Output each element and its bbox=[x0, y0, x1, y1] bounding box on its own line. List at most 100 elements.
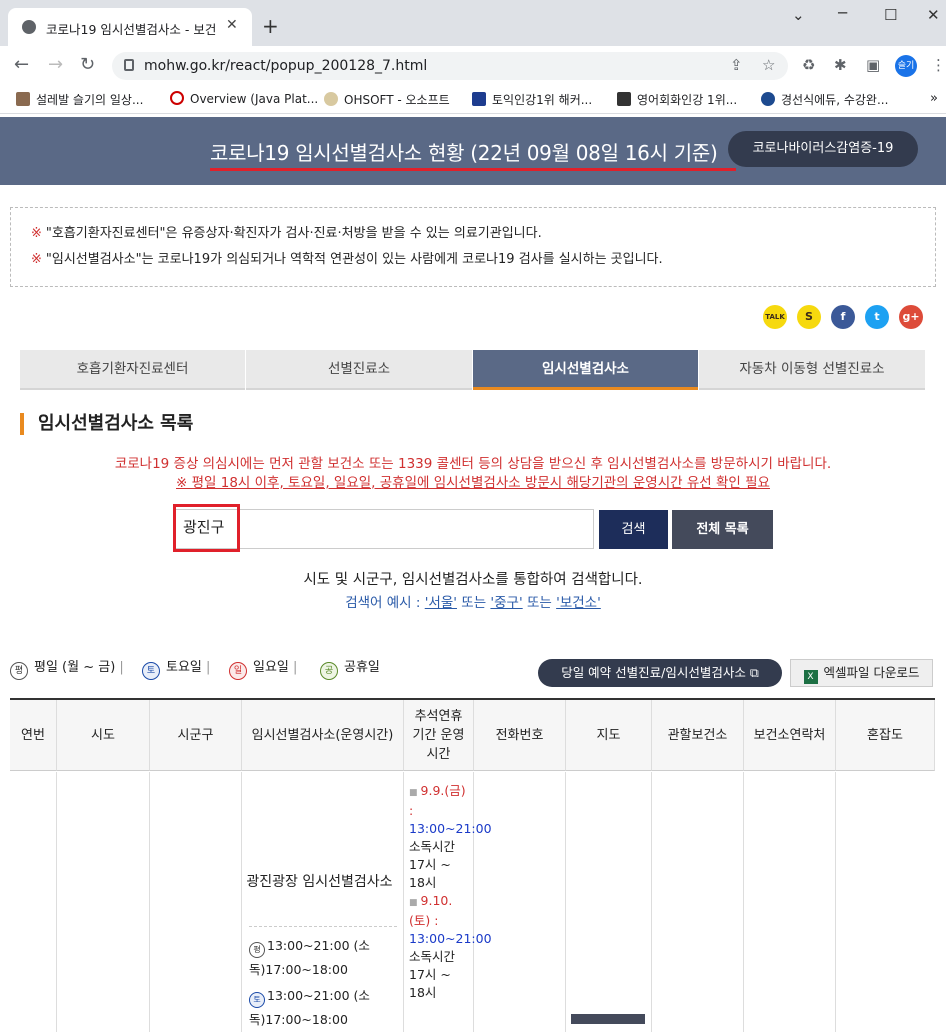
bookmark-item[interactable]: 영어회화인강 1위... bbox=[617, 91, 737, 108]
bookmark-item[interactable]: 설레발 슬기의 일상... bbox=[16, 91, 143, 108]
legend-holiday: 공 공휴일 bbox=[320, 656, 380, 680]
excel-icon: X bbox=[803, 670, 818, 684]
maximize-icon[interactable]: ☐ bbox=[884, 6, 897, 24]
tab-respiratory-center[interactable]: 호흡기환자진료센터 bbox=[20, 350, 245, 390]
covid19-link-button[interactable]: 코로나바이러스감염증-19 bbox=[728, 131, 918, 167]
cell-district bbox=[150, 772, 242, 1032]
full-list-button[interactable]: 전체 목록 bbox=[672, 510, 773, 549]
excel-download-button[interactable]: X 엑셀파일 다운로드 bbox=[790, 659, 933, 687]
bookmark-favicon-icon bbox=[617, 92, 631, 106]
window-close-icon[interactable]: ✕ bbox=[927, 6, 940, 24]
warning-text-underlined: ※ 평일 18시 이후, 토요일, 일요일, 공휴일에 임시선별검사소 방문시 … bbox=[176, 475, 770, 491]
holiday-icon: 공 bbox=[320, 662, 338, 680]
cell-no bbox=[10, 772, 57, 1032]
section-title: 임시선별검사소 목록 bbox=[20, 413, 193, 435]
bookmark-favicon-icon bbox=[16, 92, 30, 106]
bullet-icon: ■ bbox=[409, 898, 418, 908]
title-underline bbox=[210, 168, 736, 171]
col-header-site: 임시선별검사소(운영시간) bbox=[242, 700, 404, 771]
twitter-share-icon[interactable]: t bbox=[865, 305, 889, 329]
menu-kebab-icon[interactable]: ⋮ bbox=[931, 56, 946, 74]
same-day-reservation-button[interactable]: 당일 예약 선별진료/임시선별검사소 ⧉ bbox=[538, 659, 782, 687]
browser-tabstrip: 코로나19 임시선별검사소 - 보건 ✕ + ⌄ ─ ☐ ✕ bbox=[0, 0, 946, 46]
bookmark-star-icon[interactable]: ☆ bbox=[762, 56, 775, 74]
legend-sunday: 일 일요일 | bbox=[229, 656, 297, 680]
col-header-no: 연번 bbox=[10, 700, 57, 771]
new-tab-icon[interactable]: + bbox=[262, 16, 279, 36]
search-button[interactable]: 검색 bbox=[599, 510, 668, 549]
notice-line: ※ "임시선별검사소"는 코로나19가 의심되거나 역학적 연관성이 있는 사람에… bbox=[31, 252, 663, 267]
extensions-puzzle-icon[interactable]: ✱ bbox=[834, 56, 847, 74]
bookmarks-bar: 설레발 슬기의 일상... Overview (Java Plat... OHS… bbox=[0, 86, 946, 114]
hackers-icon bbox=[472, 92, 486, 106]
address-bar[interactable]: mohw.go.kr/react/popup_200128_7.html ⇪ ☆ bbox=[112, 52, 788, 80]
warning-text: 코로나19 증상 의심시에는 먼저 관할 보건소 또는 1339 콜센터 등의 … bbox=[114, 456, 832, 472]
recycle-extension-icon[interactable]: ♻ bbox=[802, 56, 815, 74]
oracle-icon bbox=[170, 91, 184, 105]
legend-weekday: 평 평일 (월 ~ 금) | bbox=[10, 656, 124, 680]
holiday-hours-entry: ■ 9.9.(금) : 13:00~21:00 소독시간 17시 ~ 18시 bbox=[409, 783, 492, 890]
close-tab-icon[interactable]: ✕ bbox=[226, 17, 238, 33]
bookmark-favicon-icon bbox=[761, 92, 775, 106]
col-header-health-center-contact: 보건소연락처 bbox=[744, 700, 836, 771]
col-header-province: 시도 bbox=[57, 700, 150, 771]
example-health-center-link[interactable]: '보건소' bbox=[556, 595, 601, 611]
weekday-icon: 평 bbox=[249, 942, 265, 958]
bookmark-item[interactable]: OHSOFT - 오소프트 bbox=[324, 91, 450, 108]
minimize-icon[interactable]: ─ bbox=[838, 4, 847, 22]
holiday-hours-entry: ■ 9.10.(토) : 13:00~21:00 소독시간 17시 ~ 18시 bbox=[409, 893, 492, 1000]
search-description: 시도 및 시군구, 임시선별검사소를 통합하여 검색합니다. bbox=[303, 572, 643, 588]
tab-drive-thru-clinic[interactable]: 자동차 이동형 선별진료소 bbox=[699, 350, 925, 390]
googleplus-share-icon[interactable]: g+ bbox=[899, 305, 923, 329]
kakaostory-share-icon[interactable]: S bbox=[797, 305, 821, 329]
ohsoft-icon bbox=[324, 92, 338, 106]
more-bookmarks-icon[interactable]: » bbox=[930, 91, 938, 106]
cell-health-center bbox=[652, 772, 744, 1032]
col-header-holiday-hours: 추석연휴 기간 운영시간 bbox=[404, 700, 474, 771]
example-junggu-link[interactable]: '중구' bbox=[490, 595, 522, 611]
example-seoul-link[interactable]: '서울' bbox=[425, 595, 457, 611]
globe-icon bbox=[22, 20, 36, 34]
notice-line: ※ "호흡기환자진료센터"은 유증상자·확진자가 검사·진료·처방을 받을 수 있… bbox=[31, 226, 542, 241]
cell-congestion bbox=[836, 772, 935, 1032]
forward-icon[interactable]: → bbox=[48, 55, 63, 75]
testing-site-table: 연번 시도 시군구 임시선별검사소(운영시간) 추석연휴 기간 운영시간 전화번… bbox=[10, 698, 935, 1032]
side-panel-icon[interactable]: ▣ bbox=[866, 56, 880, 74]
tab-screening-clinic[interactable]: 선별진료소 bbox=[246, 350, 472, 390]
saturday-icon: 토 bbox=[142, 662, 160, 680]
back-icon[interactable]: ← bbox=[14, 55, 29, 75]
profile-avatar[interactable]: 슬기 bbox=[895, 55, 917, 77]
tab-temporary-testing-site[interactable]: 임시선별검사소 bbox=[473, 350, 698, 390]
cell-health-center-contact bbox=[744, 772, 836, 1032]
bookmark-item[interactable]: Overview (Java Plat... bbox=[170, 91, 318, 106]
facebook-share-icon[interactable]: f bbox=[831, 305, 855, 329]
col-header-district: 시군구 bbox=[150, 700, 242, 771]
col-header-phone: 전화번호 bbox=[474, 700, 566, 771]
bookmark-item[interactable]: 토익인강1위 해커... bbox=[472, 91, 592, 108]
col-header-health-center: 관할보건소 bbox=[652, 700, 744, 771]
col-header-map: 지도 bbox=[566, 700, 652, 771]
bullet-icon: ■ bbox=[409, 788, 418, 798]
notice-box: ※ "호흡기환자진료센터"은 유증상자·확진자가 검사·진료·처방을 받을 수 있… bbox=[10, 207, 936, 287]
kakaotalk-share-icon[interactable]: TALK bbox=[763, 305, 787, 329]
reload-icon[interactable]: ↻ bbox=[80, 55, 95, 75]
map-button[interactable] bbox=[571, 1014, 645, 1024]
saturday-icon: 토 bbox=[249, 992, 265, 1008]
tab-search-icon[interactable]: ⌄ bbox=[792, 6, 805, 24]
popup-window-icon: ⧉ bbox=[749, 665, 759, 680]
share-icon[interactable]: ⇪ bbox=[730, 56, 743, 74]
saturday-hours: 토 13:00~21:00 (소독)17:00~18:00 bbox=[249, 988, 370, 1027]
site-name: 광진광장 임시선별검사소 bbox=[246, 874, 393, 890]
search-example: 검색어 예시 : '서울' 또는 '중구' 또는 '보건소' bbox=[345, 595, 601, 611]
col-header-congestion: 혼잡도 bbox=[836, 700, 935, 771]
cell-phone bbox=[474, 772, 566, 1032]
weekday-hours: 평 13:00~21:00 (소독)17:00~18:00 bbox=[249, 938, 370, 977]
bookmark-item[interactable]: 경선식에듀, 수강완... bbox=[761, 91, 888, 108]
weekday-icon: 평 bbox=[10, 662, 28, 680]
url-text[interactable]: mohw.go.kr/react/popup_200128_7.html bbox=[144, 58, 427, 74]
search-input-value[interactable]: 광진구 bbox=[183, 516, 224, 537]
divider bbox=[249, 926, 397, 927]
page-title: 코로나19 임시선별검사소 현황 (22년 09월 08일 16시 기준) bbox=[210, 141, 718, 165]
lock-icon bbox=[124, 59, 134, 71]
browser-tab[interactable]: 코로나19 임시선별검사소 - 보건 ✕ bbox=[8, 8, 252, 46]
